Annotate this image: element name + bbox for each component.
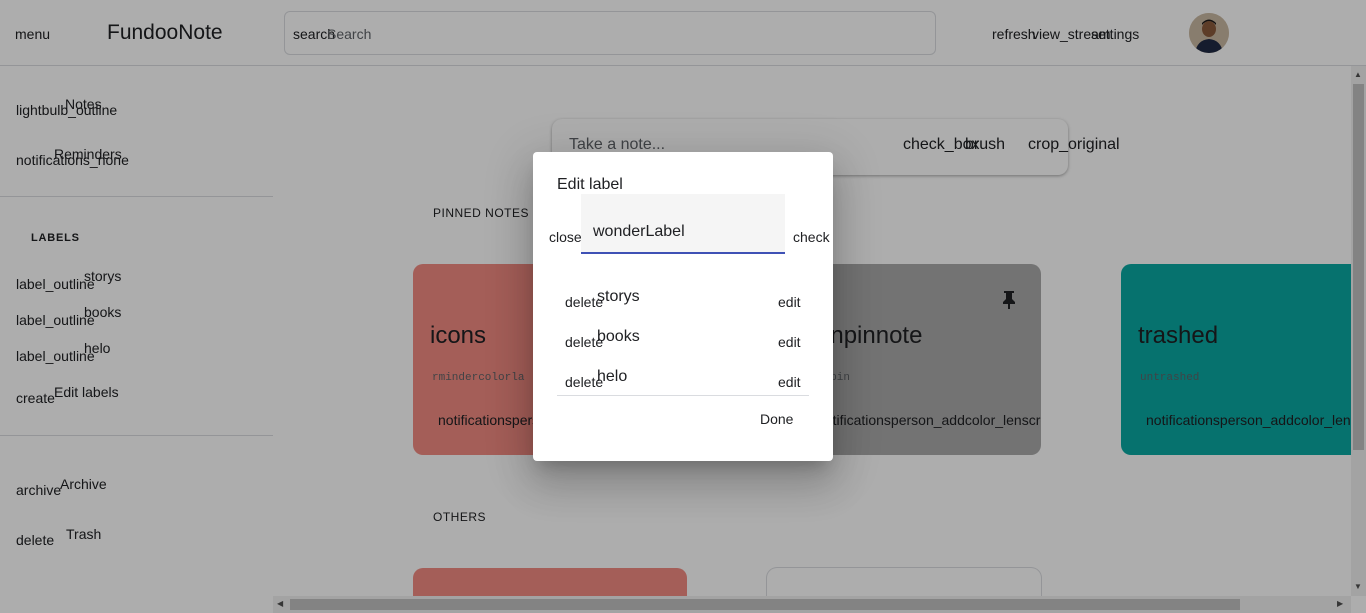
label-name: helo [597,368,628,385]
dialog-title: Edit label [557,176,623,193]
label-row: delete storys edit [533,280,833,320]
edit-icon[interactable]: edit [778,294,801,310]
edit-label-dialog: Edit label close check delete storys edi… [533,152,833,461]
label-name-input[interactable] [593,222,773,242]
label-row: delete books edit [533,320,833,360]
label-name: storys [597,288,640,305]
close-icon[interactable]: close [549,229,582,245]
label-name: books [597,328,640,345]
edit-icon[interactable]: edit [778,334,801,350]
label-name-field[interactable] [581,194,785,254]
check-icon[interactable]: check [793,229,830,245]
label-row: delete helo edit [533,360,833,400]
divider [557,395,809,396]
done-button[interactable]: Done [760,411,793,427]
edit-icon[interactable]: edit [778,374,801,390]
